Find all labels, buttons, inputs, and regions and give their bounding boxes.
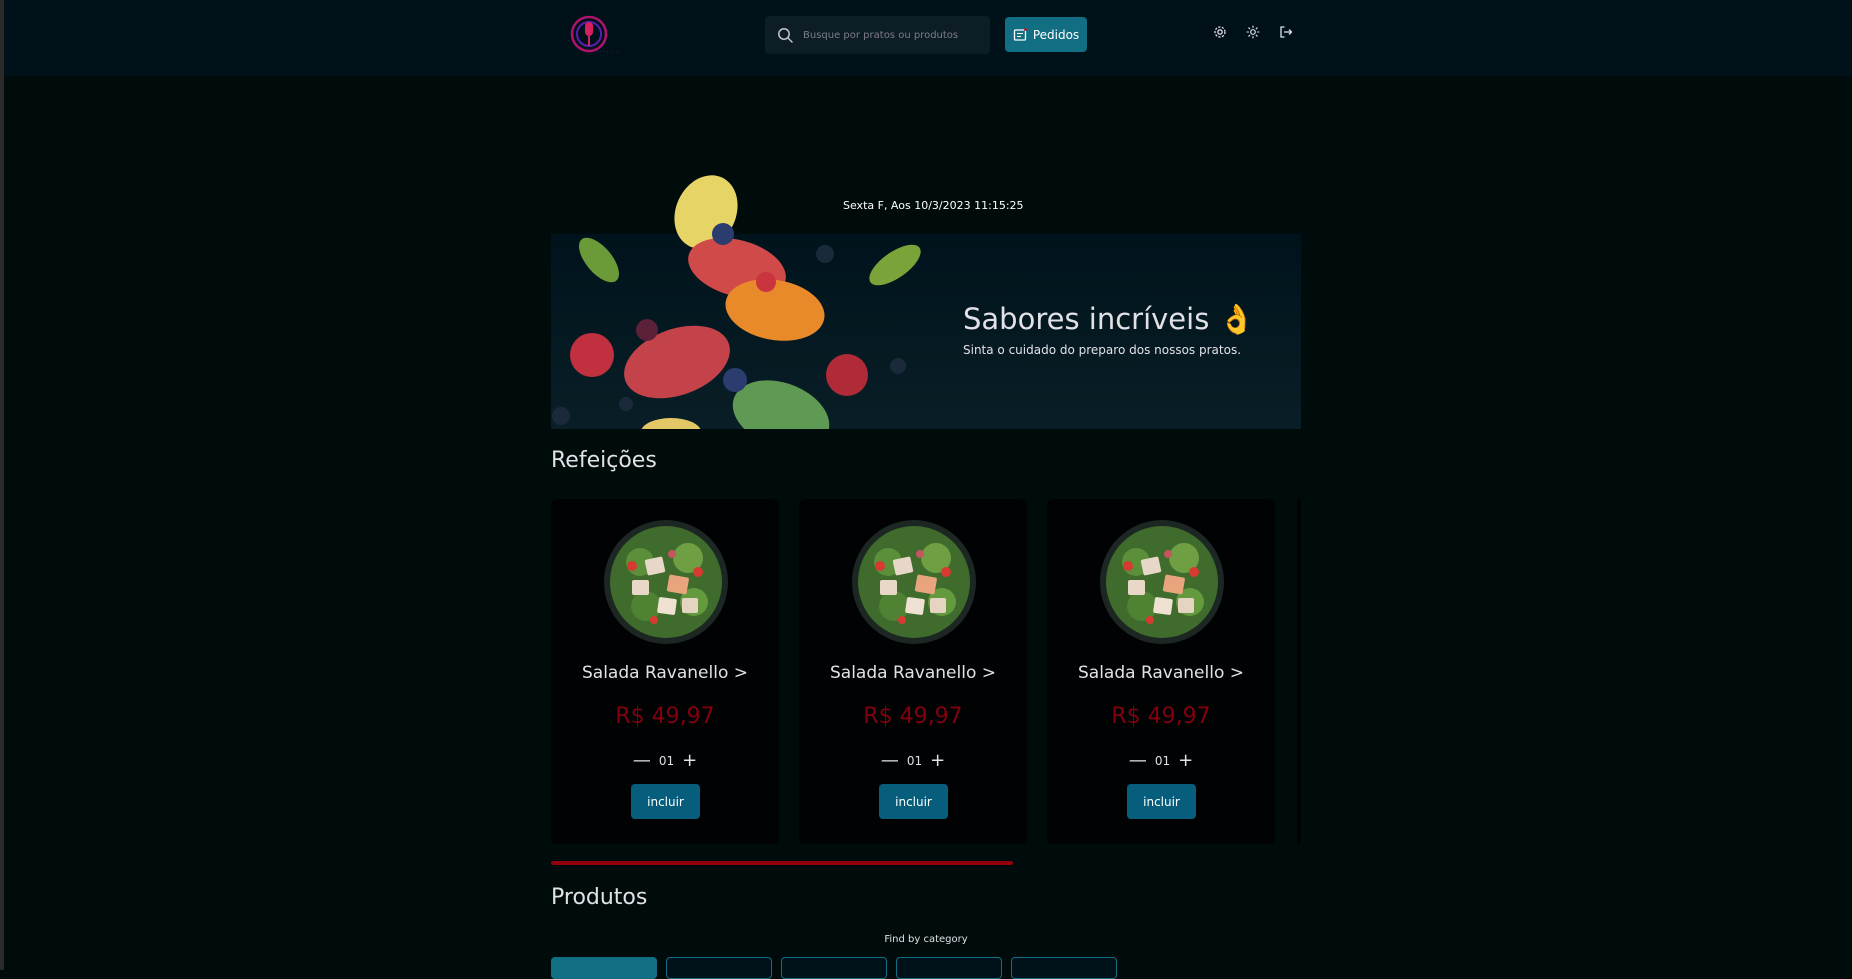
salad-image (852, 520, 976, 644)
meal-card[interactable]: Salada Ravanello > R$ 49,97 — 01 + inclu… (1047, 499, 1275, 844)
top-header: · · · · · · · · Pedidos (4, 0, 1852, 76)
meal-card[interactable]: Salada Ravanello > R$ 49,97 — 01 + inclu… (551, 499, 779, 844)
minus-icon[interactable]: — (1129, 752, 1147, 770)
quantity-value: 01 (1154, 754, 1171, 768)
orders-label: Pedidos (1032, 27, 1080, 42)
banner-subtitle: Sinta o cuidado do preparo dos nossos pr… (963, 343, 1242, 357)
quantity-stepper: — 01 + (1047, 752, 1275, 770)
products-section-title: Produtos (551, 885, 648, 910)
window-edge (0, 0, 4, 970)
salad-image (1100, 520, 1224, 644)
meal-name[interactable]: Salada Ravanello > (1047, 663, 1275, 683)
sun-icon[interactable] (1245, 24, 1261, 40)
brand-logo[interactable]: · · · · · · · · (567, 12, 647, 56)
carousel-scroll-indicator[interactable] (551, 861, 1013, 865)
category-tab[interactable] (781, 957, 887, 979)
next-meal-card-peek[interactable] (1297, 499, 1301, 844)
plus-icon[interactable]: + (1178, 752, 1193, 770)
quantity-stepper: — 01 + (799, 752, 1027, 770)
find-by-category-label: Find by category (884, 934, 968, 945)
plus-icon[interactable]: + (930, 752, 945, 770)
macarons-illustration (551, 170, 931, 429)
include-button[interactable]: incluir (1127, 784, 1196, 819)
gear-icon[interactable] (1212, 24, 1228, 40)
quantity-value: 01 (658, 754, 675, 768)
include-button[interactable]: incluir (879, 784, 948, 819)
quantity-stepper: — 01 + (551, 752, 779, 770)
logout-icon[interactable] (1278, 24, 1294, 40)
include-button[interactable]: incluir (631, 784, 700, 819)
meal-price: R$ 49,97 (863, 704, 963, 729)
svg-text:· · · · · · · ·: · · · · · · · · (597, 49, 621, 55)
search-icon (778, 28, 793, 43)
category-tab[interactable] (551, 957, 657, 979)
salad-image (604, 520, 728, 644)
search-bar[interactable] (765, 16, 990, 54)
quantity-value: 01 (906, 754, 923, 768)
minus-icon[interactable]: — (881, 752, 899, 770)
plus-icon[interactable]: + (682, 752, 697, 770)
search-input[interactable] (801, 28, 975, 42)
category-tab[interactable] (896, 957, 1002, 979)
minus-icon[interactable]: — (633, 752, 651, 770)
meals-section-title: Refeições (551, 448, 657, 473)
banner-title: Sabores incríveis 👌 (963, 302, 1255, 336)
meal-name[interactable]: Salada Ravanello > (551, 663, 779, 683)
receipt-icon (1013, 27, 1027, 41)
orders-button[interactable]: Pedidos (1005, 17, 1087, 52)
meal-price: R$ 49,97 (1111, 704, 1211, 729)
category-tab[interactable] (1011, 957, 1117, 979)
category-tab[interactable] (666, 957, 772, 979)
meal-price: R$ 49,97 (615, 704, 715, 729)
meal-name[interactable]: Salada Ravanello > (799, 663, 1027, 683)
meal-card[interactable]: Salada Ravanello > R$ 49,97 — 01 + inclu… (799, 499, 1027, 844)
